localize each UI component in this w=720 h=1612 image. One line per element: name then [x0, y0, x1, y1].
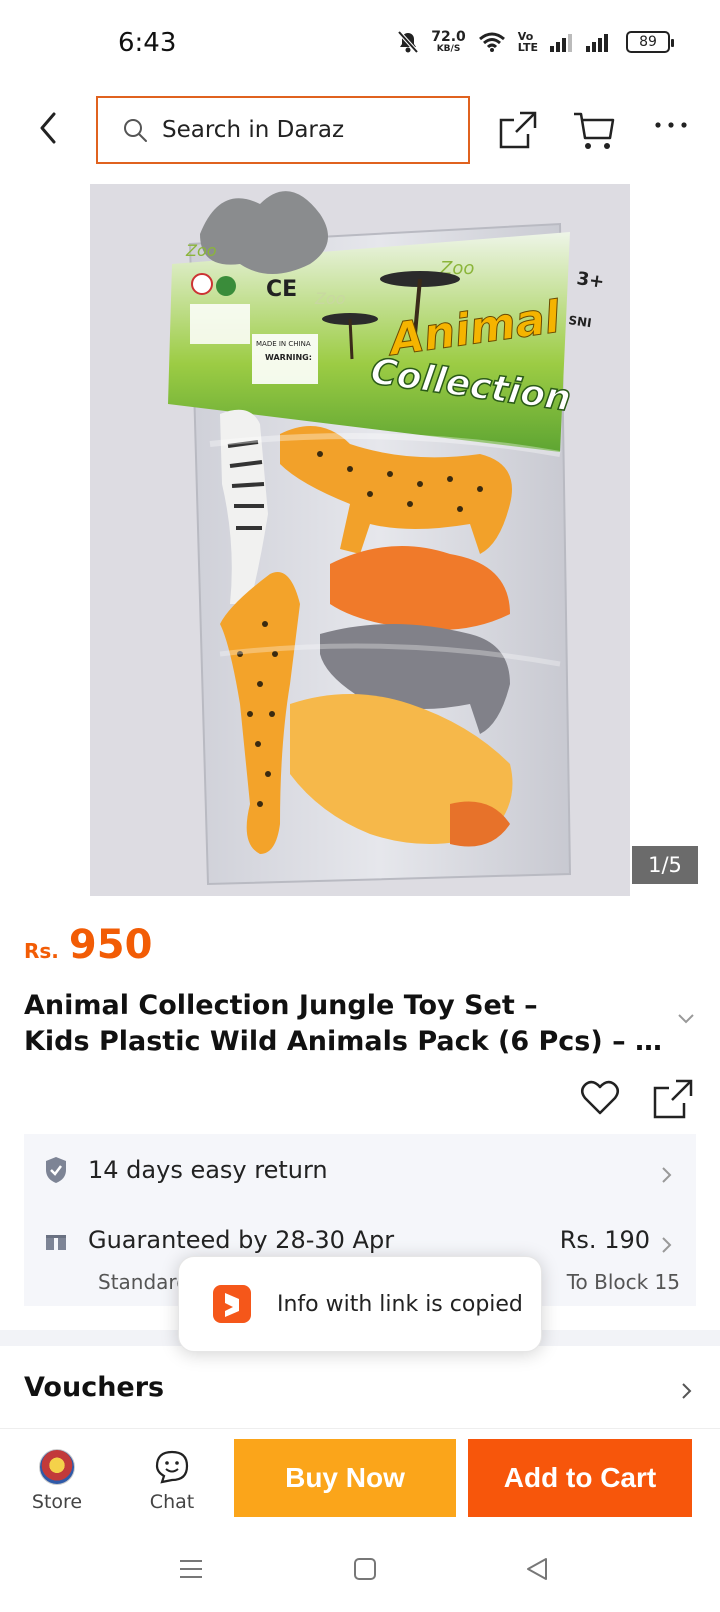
recent-apps-icon[interactable] [178, 1556, 204, 1582]
bell-off-icon [397, 30, 419, 54]
chat-icon [155, 1450, 189, 1484]
store-avatar [39, 1449, 75, 1485]
chevron-left-icon[interactable] [30, 108, 66, 148]
copy-toast: Info with link is copied [178, 1256, 542, 1352]
status-icons: 72.0 KB/S Vo LTE 89 [397, 30, 674, 54]
product-title-line1: Animal Collection Jungle Toy Set – [24, 990, 538, 1021]
package-zoo-label: Zoo [314, 289, 346, 308]
shield-check-icon [46, 1157, 66, 1183]
chevron-down-icon[interactable] [676, 1012, 696, 1026]
delivery-row[interactable]: Guaranteed by 28-30 Apr [44, 1226, 394, 1254]
price: Rs. 950 [24, 922, 152, 968]
delivery-price: Rs. 190 [559, 1226, 650, 1254]
price-value: 950 [68, 922, 153, 968]
chat-button[interactable]: Chat [140, 1449, 204, 1513]
wifi-icon [478, 32, 505, 52]
package-icon [46, 1230, 66, 1250]
chevron-right-icon[interactable] [660, 1236, 672, 1254]
search-icon [124, 119, 147, 142]
store-label: Store [31, 1491, 83, 1513]
package-warning: WARNING: [265, 353, 312, 362]
product-title-line2: Kids Plastic Wild Animals Pack (6 Pcs) –… [24, 1026, 674, 1057]
signal-icon [550, 34, 572, 52]
net-speed: 72.0 KB/S [431, 30, 466, 54]
battery-indicator: 89 [626, 31, 674, 53]
volte-bottom: LTE [517, 41, 538, 54]
chevron-right-icon[interactable] [680, 1382, 692, 1400]
toast-text: Info with link is copied [277, 1291, 523, 1317]
return-policy-text: 14 days easy return [88, 1156, 328, 1184]
price-currency: Rs. [24, 939, 59, 963]
signal-icon [586, 34, 608, 52]
bottom-action-bar: Store Chat Buy Now Add to Cart [0, 1428, 720, 1528]
product-image[interactable]: Zoo Zoo Zoo CE MADE IN CHINA WARNING: An… [90, 184, 630, 896]
vouchers-row[interactable]: Vouchers [0, 1348, 720, 1428]
delivery-type: Standard [98, 1270, 189, 1294]
top-bar: Search in Daraz [0, 92, 720, 168]
chevron-right-icon[interactable] [660, 1166, 672, 1184]
chat-label: Chat [149, 1491, 195, 1513]
delivery-destination: To Block 15 [566, 1270, 680, 1294]
package-made-in: MADE IN CHINA [256, 340, 311, 348]
return-policy-row[interactable]: 14 days easy return [44, 1156, 328, 1184]
share-icon[interactable] [652, 1078, 694, 1120]
status-time: 6:43 [118, 28, 177, 58]
heart-icon[interactable] [580, 1080, 620, 1116]
cart-icon[interactable] [572, 110, 616, 152]
search-input[interactable]: Search in Daraz [96, 96, 470, 164]
volte-indicator: Vo LTE [518, 31, 538, 53]
product-photo: Zoo Zoo Zoo CE MADE IN CHINA WARNING: An… [90, 184, 630, 896]
back-icon[interactable] [524, 1556, 550, 1582]
share-icon[interactable] [498, 110, 538, 150]
status-bar: 6:43 72.0 KB/S Vo LTE 89 [0, 0, 720, 90]
search-placeholder: Search in Daraz [162, 117, 345, 143]
package-age-label: 3+ [575, 268, 605, 293]
add-to-cart-button[interactable]: Add to Cart [468, 1439, 692, 1517]
net-speed-value: 72.0 [431, 29, 466, 45]
delivery-text: Guaranteed by 28-30 Apr [88, 1226, 395, 1254]
image-counter: 1/5 [632, 846, 698, 884]
vouchers-label: Vouchers [24, 1372, 165, 1403]
home-icon[interactable] [352, 1556, 378, 1582]
daraz-logo-icon [213, 1285, 251, 1323]
product-title: Animal Collection Jungle Toy Set – Kids … [24, 988, 674, 1060]
buy-now-button[interactable]: Buy Now [234, 1439, 456, 1517]
package-ce-mark: CE [266, 277, 297, 302]
package-zoo-label: Zoo [185, 241, 217, 260]
system-nav-bar [0, 1530, 720, 1612]
store-button[interactable]: Store [26, 1449, 88, 1513]
net-speed-unit: KB/S [436, 44, 461, 54]
more-icon[interactable] [654, 118, 688, 132]
